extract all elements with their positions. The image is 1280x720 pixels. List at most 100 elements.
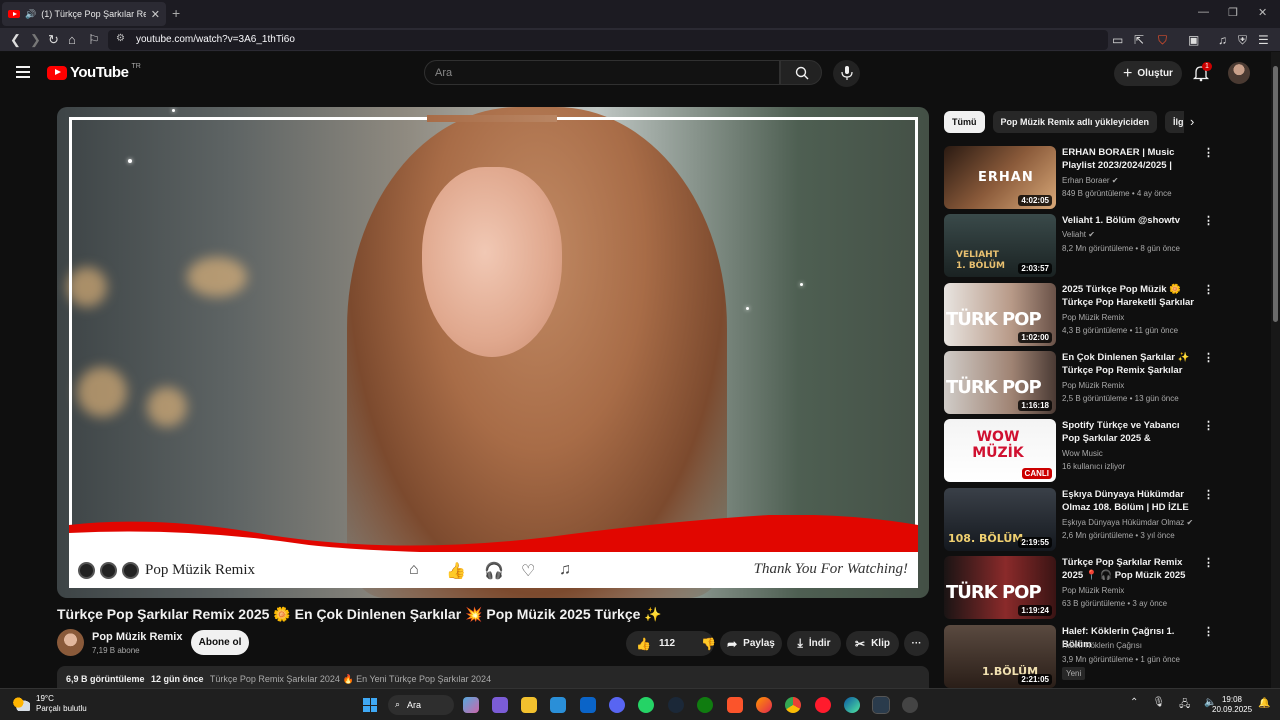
recommendation-thumbnail[interactable]: VELIAHT 1. BÖLÜM 2:03:57	[944, 214, 1056, 277]
brave-shield-icon[interactable]: ⛉	[1158, 33, 1167, 48]
voice-search-button[interactable]	[833, 60, 860, 87]
recommendation-item[interactable]: TÜRK POP 1:02:00 2025 Türkçe Pop Müzik 🌼…	[944, 283, 1264, 347]
recommendation-channel: Pop Müzik Remix	[1062, 313, 1125, 322]
recommendation-thumbnail[interactable]: TÜRK POP 1:16:18	[944, 351, 1056, 414]
bookmark-icon[interactable]: ⚐	[88, 32, 100, 48]
outlook-icon[interactable]	[580, 697, 596, 713]
recommendation-thumbnail[interactable]: 108. BÖLÜM 2:19:55	[944, 488, 1056, 551]
chip-from-uploader[interactable]: Pop Müzik Remix adlı yükleyiciden	[992, 111, 1158, 133]
recommendation-item[interactable]: TÜRK POP 1:19:24 Türkçe Pop Şarkılar Rem…	[944, 556, 1264, 620]
duration-badge: 4:02:05	[1018, 195, 1052, 206]
recommendation-thumbnail[interactable]: WOW MÜZİK CANLI	[944, 419, 1056, 482]
forward-icon[interactable]: ❯	[30, 32, 41, 48]
kebab-menu-icon[interactable]: ⋮	[1203, 419, 1214, 432]
share-button[interactable]: ➦ Paylaş	[720, 631, 782, 656]
kebab-menu-icon[interactable]: ⋮	[1203, 283, 1214, 296]
account-avatar[interactable]	[1228, 62, 1250, 84]
channel-name[interactable]: Pop Müzik Remix	[92, 631, 182, 643]
page-scrollbar[interactable]	[1271, 52, 1280, 688]
duration-badge: 2:21:05	[1018, 674, 1052, 685]
widget-app-icon[interactable]	[492, 697, 508, 713]
new-tab-button[interactable]: +	[172, 5, 180, 21]
share-page-icon[interactable]: ⇱	[1134, 33, 1144, 47]
youtube-logo[interactable]: YouTube TR	[47, 63, 141, 81]
home-icon[interactable]: ⌂	[68, 32, 76, 48]
recommendation-item[interactable]: 1.BÖLÜM 2:21:05 Halef: Köklerin Çağrısı …	[944, 625, 1264, 688]
channel-avatar[interactable]	[57, 629, 84, 656]
kebab-menu-icon[interactable]: ⋮	[1203, 214, 1214, 227]
browser-tab[interactable]: 🔊 (1) Türkçe Pop Şarkılar Remix ✕	[2, 2, 166, 26]
edge-icon[interactable]	[844, 697, 860, 713]
xbox-icon[interactable]	[697, 697, 713, 713]
recommendation-item[interactable]: VELIAHT 1. BÖLÜM 2:03:57 Veliaht 1. Bölü…	[944, 214, 1264, 278]
recommendation-item[interactable]: TÜRK POP 1:16:18 En Çok Dinlenen Şarkıla…	[944, 351, 1264, 415]
search-input[interactable]: Ara	[424, 60, 780, 85]
recommendation-item[interactable]: 108. BÖLÜM 2:19:55 Eşkıya Dünyaya Hükümd…	[944, 488, 1264, 552]
recommendation-thumbnail[interactable]: ERHAN 4:02:05	[944, 146, 1056, 209]
download-button[interactable]: ⤓ İndir	[787, 631, 841, 656]
windows-start-icon[interactable]	[363, 698, 377, 712]
description-tags[interactable]: Türkçe Pop Remix Şarkılar 2024 🔥 En Yeni…	[210, 674, 491, 684]
reload-icon[interactable]: ↻	[48, 32, 59, 48]
overlay-thanks-text: Thank You For Watching!	[753, 561, 908, 577]
taskbar-search[interactable]: ⌕ Ara	[388, 695, 454, 715]
address-bar[interactable]: ⚙ youtube.com/watch?v=3A6_1thTi6o	[108, 30, 1108, 50]
create-button[interactable]: + Oluştur	[1114, 61, 1182, 86]
media-icon[interactable]: ♫	[1218, 33, 1227, 47]
opera-icon[interactable]	[815, 697, 831, 713]
sidebar-toggle-icon[interactable]: ▣	[1188, 33, 1199, 47]
search-button[interactable]	[780, 60, 822, 85]
kebab-menu-icon[interactable]: ⋮	[1203, 625, 1214, 638]
recommendation-thumbnail[interactable]: TÜRK POP 1:19:24	[944, 556, 1056, 619]
maximize-icon[interactable]: ❐	[1228, 6, 1238, 19]
kebab-menu-icon[interactable]: ⋮	[1203, 146, 1214, 159]
vpn-shield-icon[interactable]: ⛨	[1238, 33, 1247, 48]
browser-menu-icon[interactable]: ☰	[1258, 33, 1269, 47]
steam-icon[interactable]	[668, 697, 684, 713]
store-icon[interactable]	[550, 697, 566, 713]
chrome-icon[interactable]	[785, 697, 801, 713]
clip-button[interactable]: ✂ Klip	[846, 631, 899, 656]
like-button[interactable]: 👍 112	[636, 637, 675, 651]
discord-icon[interactable]	[609, 697, 625, 713]
kebab-menu-icon[interactable]: ⋮	[1203, 556, 1214, 569]
taskbar-clock[interactable]: 19:08 20.09.2025	[1212, 695, 1252, 715]
site-info-icon[interactable]: ⚙	[116, 33, 125, 44]
subscribe-button[interactable]: Abone ol	[191, 630, 249, 655]
description-box[interactable]: 6,9 B görüntüleme 12 gün önce Türkçe Pop…	[57, 666, 929, 688]
recommendation-channel: Pop Müzik Remix	[1062, 586, 1125, 595]
tab-close-icon[interactable]: ✕	[151, 8, 160, 21]
scrollbar-thumb[interactable]	[1273, 66, 1278, 322]
recommendation-thumbnail[interactable]: TÜRK POP 1:02:00	[944, 283, 1056, 346]
chip-related[interactable]: İlgili	[1165, 111, 1184, 133]
microphone-icon[interactable]: 🎙	[1152, 697, 1165, 714]
chevron-up-icon[interactable]: ⌃	[1130, 697, 1138, 714]
whatsapp-icon[interactable]	[638, 697, 654, 713]
duration-badge: 1:02:00	[1018, 332, 1052, 343]
recommendation-thumbnail[interactable]: 1.BÖLÜM 2:21:05	[944, 625, 1056, 688]
weather-widget[interactable]: 19°C Parçalı bulutlu	[12, 694, 87, 714]
more-actions-button[interactable]: ···	[904, 631, 929, 656]
kebab-menu-icon[interactable]: ⋮	[1203, 488, 1214, 501]
steam-active-icon[interactable]	[872, 696, 890, 714]
window-close-icon[interactable]: ✕	[1258, 6, 1267, 19]
kebab-menu-icon[interactable]: ⋮	[1203, 351, 1214, 364]
settings-gear-icon[interactable]	[902, 697, 918, 713]
reader-view-icon[interactable]: ▭	[1112, 33, 1123, 47]
brave-icon[interactable]	[727, 697, 743, 713]
chevron-right-icon[interactable]: ›	[1190, 114, 1194, 129]
dislike-button[interactable]: 👎	[701, 637, 716, 651]
speaker-icon[interactable]: 🔊	[25, 9, 36, 20]
recommendation-item[interactable]: ERHAN 4:02:05 ERHAN BORAER | Music Playl…	[944, 146, 1264, 210]
back-icon[interactable]: ❮	[10, 32, 21, 48]
chip-all[interactable]: Tümü	[944, 111, 985, 133]
minimize-icon[interactable]: —	[1198, 6, 1209, 18]
copilot-icon[interactable]	[463, 697, 479, 713]
guide-menu-icon[interactable]	[16, 66, 30, 81]
network-icon[interactable]: 🖧	[1179, 697, 1190, 714]
firefox-icon[interactable]	[756, 697, 772, 713]
notification-center-icon[interactable]: 🔔	[1258, 698, 1270, 709]
file-explorer-icon[interactable]	[521, 697, 537, 713]
recommendation-item[interactable]: WOW MÜZİK CANLI Spotify Türkçe ve Yabanc…	[944, 419, 1264, 483]
video-player[interactable]: Pop Müzik Remix ⌂ 👍 🎧 ♡ ♫ Thank You For …	[57, 107, 929, 598]
